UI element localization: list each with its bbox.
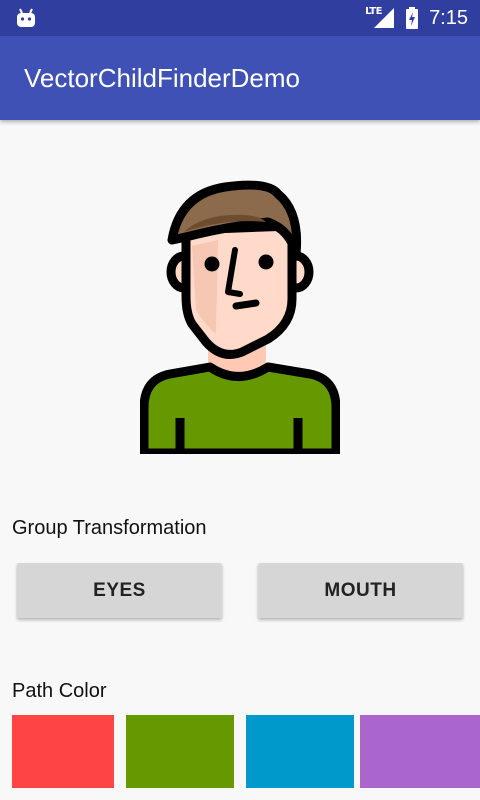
swatch-blue[interactable] xyxy=(246,715,354,788)
mouth-button[interactable]: MOUTH xyxy=(258,563,463,618)
avatar-image xyxy=(139,174,341,458)
swatch-green[interactable] xyxy=(126,715,234,788)
eyes-button[interactable]: EYES xyxy=(17,563,222,618)
android-debug-icon xyxy=(17,8,35,27)
path-color-label: Path Color xyxy=(12,680,107,702)
app-title: VectorChildFinderDemo xyxy=(24,63,301,93)
swatch-red[interactable] xyxy=(12,715,114,788)
swatch-purple[interactable] xyxy=(360,715,480,788)
app-bar: VectorChildFinderDemo xyxy=(0,36,480,120)
status-bar: LTE 7:15 xyxy=(0,0,480,36)
signal-icon: LTE xyxy=(365,6,395,30)
status-time: 7:15 xyxy=(429,6,468,29)
battery-charging-icon xyxy=(406,7,419,29)
group-transformation-label: Group Transformation xyxy=(12,517,207,539)
person-avatar-icon xyxy=(139,180,341,458)
